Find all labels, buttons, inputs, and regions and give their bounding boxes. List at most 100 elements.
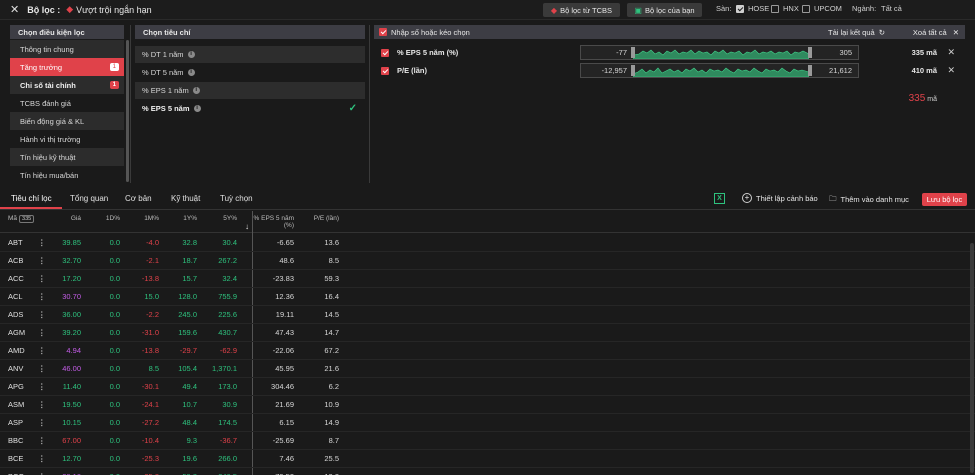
table-row[interactable]: AMD ⋮ 4.94 0.0 -13.8 -29.7 -62.9 -22.06 67.2 (0, 342, 975, 360)
table-row[interactable]: ACB ⋮ 32.70 0.0 -2.1 18.7 267.2 48.6 8.5 (0, 252, 975, 270)
col-1d[interactable]: 1D% (98, 215, 120, 222)
add-to-watchlist-button[interactable]: 🗀 Thêm vào danh mục (829, 193, 909, 206)
m1-cell: -13.8 (141, 346, 159, 355)
table-row[interactable]: AGM ⋮ 39.20 0.0 -31.0 159.6 430.7 47.43 14.7 (0, 324, 975, 342)
tcbs-filters-button[interactable]: ◆ Bộ lọc từ TCBS (543, 3, 620, 17)
tab-overview[interactable]: Tổng quan (70, 194, 108, 203)
sort-down-icon[interactable]: ↓ (245, 222, 249, 231)
table-row[interactable]: ADS ⋮ 36.00 0.0 -2.2 245.0 225.6 19.11 14.5 (0, 306, 975, 324)
symbol-cell[interactable]: ASP (8, 418, 23, 427)
range-slider[interactable]: -12,957 21,612 (580, 63, 859, 78)
save-filter-button[interactable]: Lưu bộ lọc (922, 193, 967, 206)
tab-custom[interactable]: Tuỳ chọn (220, 194, 253, 203)
close-icon[interactable]: ✕ (10, 3, 19, 16)
category-growth[interactable]: Tăng trưởng 1 (10, 58, 124, 76)
category-market-behavior[interactable]: Hành vi thị trường (10, 130, 124, 148)
symbol-cell[interactable]: ACC (8, 274, 24, 283)
remove-filter-icon[interactable]: ✕ (947, 47, 955, 58)
symbol-cell[interactable]: BBC (8, 436, 23, 445)
range-min-handle[interactable] (631, 47, 635, 58)
criteria-eps-1y[interactable]: % EPS 1 năm i (135, 82, 365, 99)
user-filters-button[interactable]: ▣ Bộ lọc của bạn (627, 3, 702, 17)
symbol-cell[interactable]: ACL (8, 292, 23, 301)
symbol-cell[interactable]: ASM (8, 400, 24, 409)
excel-export-icon[interactable]: X (714, 193, 725, 204)
range-min-input[interactable]: -77 (581, 48, 633, 57)
preset-name[interactable]: Vượt trội ngắn hạn (76, 5, 151, 15)
range-max-input[interactable]: 305 (806, 48, 858, 57)
row-menu-icon[interactable]: ⋮ (38, 382, 46, 391)
symbol-cell[interactable]: APG (8, 382, 24, 391)
col-symbol[interactable]: Mã 335 (8, 215, 35, 223)
range-max-input[interactable]: 21,612 (806, 66, 858, 75)
range-slider[interactable]: -77 305 (580, 45, 859, 60)
col-5y[interactable]: 5Y% (213, 215, 237, 222)
reload-results-button[interactable]: Tải lại kết quả ↻ (828, 28, 885, 37)
filter-checkbox[interactable] (381, 48, 389, 57)
row-menu-icon[interactable]: ⋮ (38, 364, 46, 373)
symbol-cell[interactable]: BCE (8, 454, 23, 463)
row-menu-icon[interactable]: ⋮ (38, 400, 46, 409)
select-all-checkbox[interactable] (379, 28, 387, 36)
category-technical-signals[interactable]: Tín hiệu kỹ thuật (10, 148, 124, 166)
row-menu-icon[interactable]: ⋮ (38, 292, 46, 301)
table-row[interactable]: ACC ⋮ 17.20 0.0 -13.8 15.7 32.4 -23.83 59.3 (0, 270, 975, 288)
row-menu-icon[interactable]: ⋮ (38, 256, 46, 265)
col-1y[interactable]: 1Y% (175, 215, 197, 222)
row-menu-icon[interactable]: ⋮ (38, 418, 46, 427)
table-row[interactable]: BCG⋮20.100.0-25.359.8346.579.5213.3 (0, 468, 975, 475)
row-menu-icon[interactable]: ⋮ (38, 346, 46, 355)
symbol-cell[interactable]: ANV (8, 364, 23, 373)
row-menu-icon[interactable]: ⋮ (38, 238, 46, 247)
table-row[interactable]: APG ⋮ 11.40 0.0 -30.1 49.4 173.0 304.46 6.2 (0, 378, 975, 396)
exchange-upcom-checkbox[interactable]: UPCOM (802, 4, 842, 13)
symbol-cell[interactable]: AGM (8, 328, 25, 337)
col-eps-5y[interactable]: % EPS 5 năm (%) (252, 215, 294, 229)
col-pe[interactable]: P/E (lần) (305, 215, 339, 222)
row-menu-icon[interactable]: ⋮ (38, 310, 46, 319)
criteria-revenue-1y[interactable]: % DT 1 năm i (135, 46, 365, 63)
category-financial-ratios[interactable]: Chỉ số tài chính 1 (10, 76, 124, 94)
tab-technical[interactable]: Kỹ thuật (171, 194, 200, 203)
table-row[interactable]: ANV ⋮ 46.00 0.0 8.5 105.4 1,370.1 45.95 21.6 (0, 360, 975, 378)
table-scrollbar[interactable] (970, 243, 974, 473)
table-row[interactable]: ACL ⋮ 30.70 0.0 15.0 128.0 755.9 12.36 16.4 (0, 288, 975, 306)
filter-checkbox[interactable] (381, 66, 389, 75)
info-icon[interactable]: i (187, 51, 195, 58)
row-menu-icon[interactable]: ⋮ (38, 436, 46, 445)
symbol-cell[interactable]: ACB (8, 256, 23, 265)
exchange-hose-checkbox[interactable]: HOSE (736, 4, 769, 13)
category-buy-sell-signals[interactable]: Tín hiệu mua/bán (10, 166, 124, 184)
col-price[interactable]: Giá (55, 215, 81, 222)
range-min-input[interactable]: -12,957 (581, 66, 633, 75)
clear-all-button[interactable]: Xoá tất cả ✕ (913, 28, 959, 37)
col-1m[interactable]: 1M% (135, 215, 159, 222)
category-general-info[interactable]: Thông tin chung (10, 40, 124, 58)
criteria-revenue-5y[interactable]: % DT 5 năm i (135, 64, 365, 81)
row-menu-icon[interactable]: ⋮ (38, 454, 46, 463)
condition-scrollbar[interactable] (126, 40, 129, 182)
row-menu-icon[interactable]: ⋮ (38, 274, 46, 283)
industry-select[interactable]: Tất cả (881, 4, 902, 13)
table-row[interactable]: ASM ⋮ 19.50 0.0 -24.1 10.7 30.9 21.69 10.9 (0, 396, 975, 414)
symbol-cell[interactable]: ADS (8, 310, 23, 319)
symbol-cell[interactable]: AMD (8, 346, 25, 355)
info-icon[interactable]: i (192, 87, 200, 94)
category-tcbs-rating[interactable]: TCBS đánh giá (10, 94, 124, 112)
symbol-cell[interactable]: ABT (8, 238, 23, 247)
table-row[interactable]: ABT ⋮ 39.85 0.0 -4.0 32.8 30.4 -6.65 13.6 (0, 234, 975, 252)
table-row[interactable]: ASP ⋮ 10.15 0.0 -27.2 48.4 174.5 6.15 14.9 (0, 414, 975, 432)
info-icon[interactable]: i (187, 69, 195, 76)
tab-fundamental[interactable]: Cơ bản (125, 194, 152, 203)
tab-criteria[interactable]: Tiêu chí lọc (11, 194, 52, 203)
remove-filter-icon[interactable]: ✕ (947, 65, 955, 76)
exchange-hnx-checkbox[interactable]: HNX (771, 4, 799, 13)
criteria-eps-5y[interactable]: % EPS 5 năm i ✓ (135, 100, 365, 117)
range-min-handle[interactable] (631, 65, 635, 76)
info-icon[interactable]: i (193, 105, 201, 112)
table-row[interactable]: BCE ⋮ 12.70 0.0 -25.3 19.6 266.0 7.46 25.5 (0, 450, 975, 468)
set-alert-button[interactable]: + Thiết lập cảnh báo (742, 193, 818, 203)
row-menu-icon[interactable]: ⋮ (38, 328, 46, 337)
table-row[interactable]: BBC ⋮ 67.00 0.0 -10.4 9.3 -36.7 -25.69 8.7 (0, 432, 975, 450)
category-price-volume[interactable]: Biến động giá & KL (10, 112, 124, 130)
